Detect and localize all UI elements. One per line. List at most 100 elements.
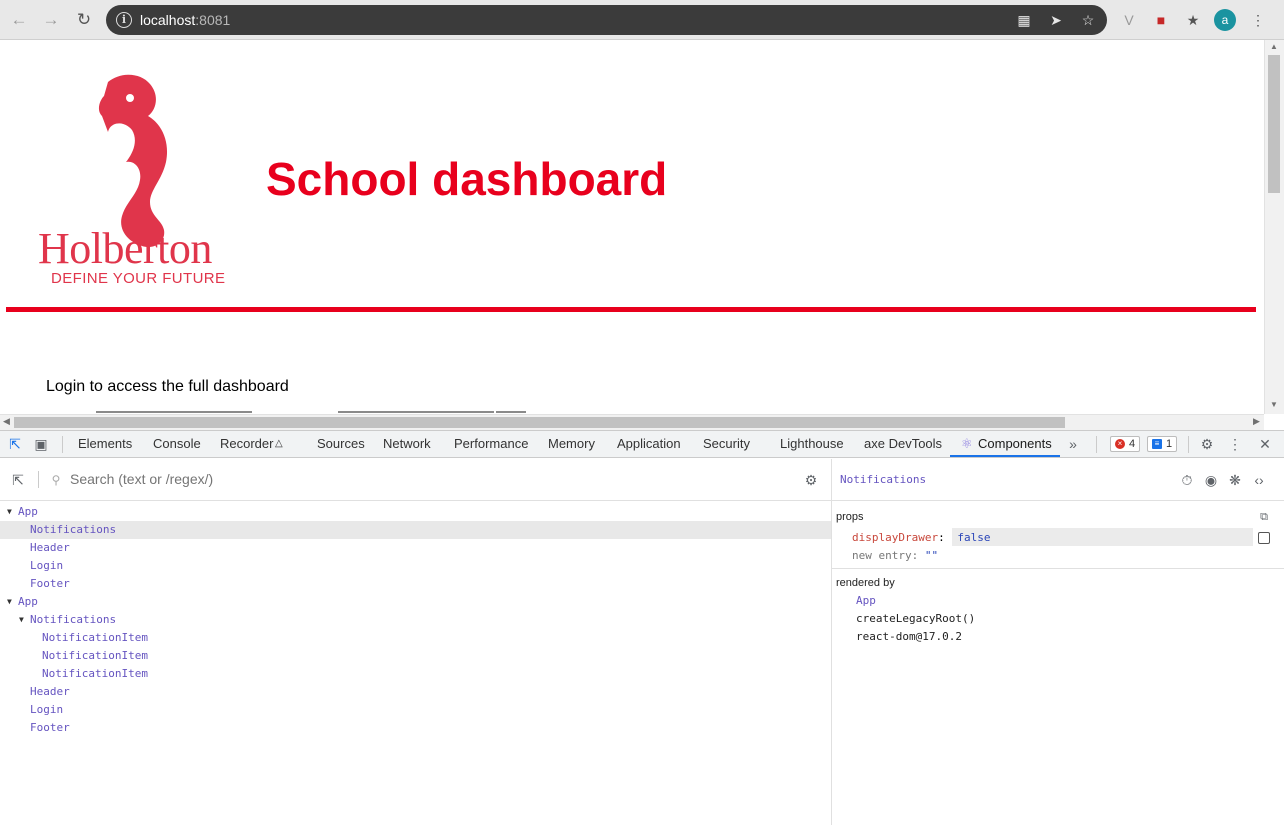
tab-performance[interactable]: Performance [454,436,528,451]
prop-key: displayDrawer [852,531,939,544]
tree-row-notifications[interactable]: ▼ Notifications [0,611,831,629]
caret-down-icon[interactable]: ▼ [7,593,12,611]
error-icon: × [1115,439,1125,449]
password-field[interactable] [338,411,494,413]
address-bar[interactable]: i localhost:8081 ▦ ➤ ☆ [106,5,1107,35]
settings-gear-icon[interactable]: ⚙ [1198,435,1216,453]
puzzle-icon[interactable]: ★ [1183,10,1203,30]
tree-row-app[interactable]: ▼ App [0,503,831,521]
browser-toolbar: ← → ↻ i localhost:8081 ▦ ➤ ☆ V ■ ★ a ⋮ [0,0,1284,40]
prop-value[interactable]: false [957,531,990,544]
scroll-down-icon[interactable]: ▼ [1270,400,1278,409]
url-host: localhost [140,12,196,28]
messages-badge[interactable]: ≡ 1 [1147,436,1178,452]
message-icon: ≡ [1152,439,1162,449]
tree-row-login[interactable]: Login [0,557,831,575]
scroll-right-icon[interactable]: ▶ [1253,416,1260,427]
bug-icon[interactable]: ❋ [1226,471,1244,489]
reload-icon[interactable]: ↻ [73,9,95,31]
send-icon[interactable]: ➤ [1047,11,1065,29]
tree-row-app[interactable]: ▼ App [0,593,831,611]
prop-value[interactable]: "" [925,549,938,562]
login-prompt: Login to access the full dashboard [46,378,289,395]
tab-components[interactable]: Components [978,436,1052,451]
tab-network[interactable]: Network [383,436,431,451]
tree-row-header[interactable]: Header [0,539,831,557]
scroll-up-icon[interactable]: ▲ [1270,42,1278,51]
device-toolbar-icon[interactable]: ▣ [32,435,50,453]
rendered-by-label: rendered by [836,577,895,589]
scroll-left-icon[interactable]: ◀ [3,416,10,427]
tab-lighthouse[interactable]: Lighthouse [780,436,844,451]
messages-count: 1 [1166,438,1173,450]
tree-row-header[interactable]: Header [0,683,831,701]
inspect-element-icon[interactable]: ⇱ [6,435,24,453]
tree-row-notification-item[interactable]: NotificationItem [0,647,831,665]
rendered-by-app-link[interactable]: App [856,594,876,607]
url-port: :8081 [195,12,231,28]
props-label: props [836,511,864,523]
tab-separator [62,436,63,453]
tab-elements[interactable]: Elements [78,436,132,451]
tab-application[interactable]: Application [617,436,681,451]
component-search-input[interactable] [70,471,770,487]
prop-colon: : [938,531,952,544]
email-field[interactable] [96,411,252,413]
errors-count: 4 [1129,438,1136,450]
more-tabs-icon[interactable]: » [1064,435,1082,453]
forward-icon[interactable]: → [40,9,62,31]
errors-badge[interactable]: × 4 [1110,436,1141,452]
copy-props-icon[interactable]: ⧉ [1255,508,1273,526]
page-title: School dashboard [266,153,668,205]
header-divider [6,307,1256,312]
tree-row-footer[interactable]: Footer [0,575,831,593]
submit-button[interactable] [496,411,526,413]
customize-menu-icon[interactable]: ⋮ [1226,435,1244,453]
kebab-menu-icon[interactable]: ⋮ [1248,10,1268,30]
back-icon[interactable]: ← [8,9,30,31]
prop-value-highlight [952,528,1253,546]
tree-row-login[interactable]: Login [0,701,831,719]
component-settings-icon[interactable]: ⚙ [802,471,820,489]
tree-row-label: Login [30,703,64,716]
extension-icon[interactable]: ■ [1151,10,1171,30]
page-horizontal-scrollbar[interactable]: ◀ ▶ [0,414,1264,430]
translate-icon[interactable]: ▦ [1015,11,1033,29]
tab-axe-devtools[interactable]: axe DevTools [864,436,942,451]
view-source-icon[interactable]: ‹› [1250,471,1268,489]
caret-down-icon[interactable]: ▼ [19,611,24,629]
tree-row-notification-item[interactable]: NotificationItem [0,629,831,647]
tree-row-footer[interactable]: Footer [0,719,831,737]
url-text[interactable]: localhost:8081 [140,12,230,28]
panel-divider[interactable] [831,459,832,825]
profile-avatar[interactable]: a [1214,9,1236,31]
page-vertical-scrollbar[interactable]: ▲ ▼ [1264,40,1284,414]
tab-recorder[interactable]: Recorder [220,436,273,451]
props-header-border [832,500,1284,501]
tab-console[interactable]: Console [153,436,201,451]
vue-extension-icon[interactable]: V [1119,10,1139,30]
site-info-icon[interactable]: i [116,12,132,28]
tree-row-label: App [18,595,38,608]
bookmark-star-icon[interactable]: ☆ [1079,11,1097,29]
scroll-thumb[interactable] [1268,55,1280,193]
close-devtools-icon[interactable]: ✕ [1256,435,1274,453]
tree-row-label: Notifications [30,523,117,536]
tab-memory[interactable]: Memory [548,436,595,451]
search-icon: ⚲ [51,473,61,487]
scroll-thumb[interactable] [14,417,1065,428]
logo-tagline: DEFINE YOUR FUTURE [51,270,226,287]
stopwatch-icon[interactable]: ⏱ [1178,471,1196,489]
select-component-icon[interactable]: ⇱ [9,471,27,489]
display-drawer-checkbox[interactable] [1258,532,1270,544]
eye-icon[interactable]: ◉ [1202,471,1220,489]
prop-row-new-entry[interactable]: new entry: "" [852,549,938,562]
tab-sources[interactable]: Sources [317,436,365,451]
rendered-by-item: createLegacyRoot() [856,612,976,625]
prop-row-display-drawer[interactable]: displayDrawer: false [852,531,990,544]
page-viewport: Holberton DEFINE YOUR FUTURE School dash… [0,40,1264,414]
caret-down-icon[interactable]: ▼ [7,503,12,521]
tree-row-notifications-selected[interactable]: Notifications [0,521,831,539]
tree-row-notification-item[interactable]: NotificationItem [0,665,831,683]
tab-security[interactable]: Security [703,436,750,451]
